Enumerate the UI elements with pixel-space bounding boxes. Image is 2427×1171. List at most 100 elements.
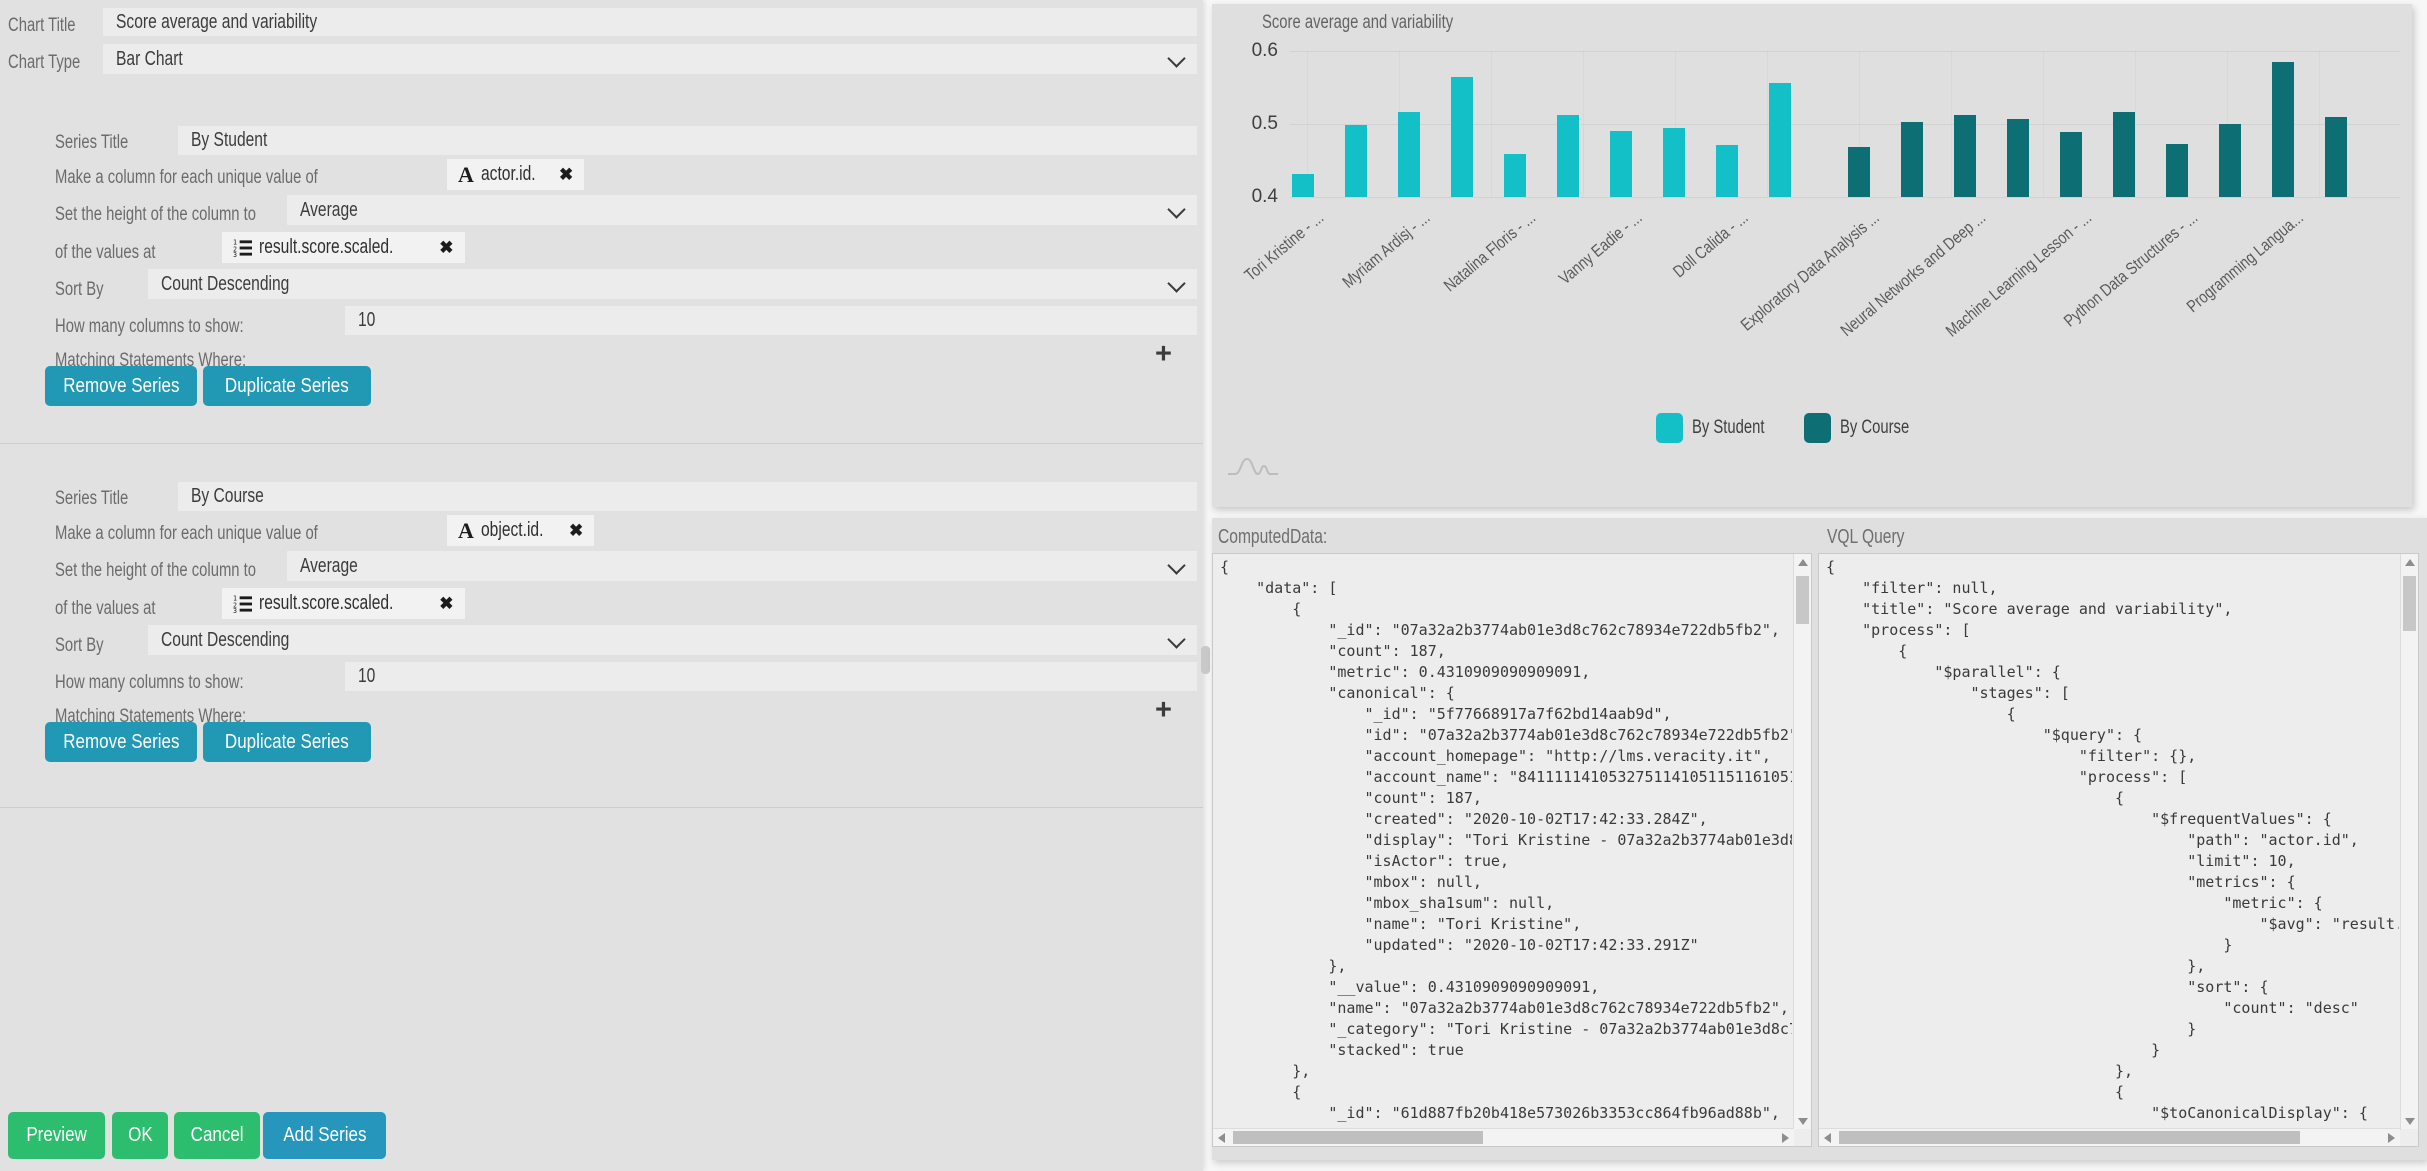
scroll-left-arrow[interactable] — [1218, 1133, 1225, 1143]
bar-by-course — [1954, 115, 1976, 197]
add-filter-icon[interactable]: + — [1155, 696, 1172, 725]
bar-by-student — [1504, 154, 1526, 197]
columns-count-input[interactable]: 10 — [345, 662, 1197, 691]
chart-editor-panel: Chart Title Score average and variabilit… — [0, 0, 1203, 1171]
field-chip-object-id[interactable]: A object.id. ✖ — [447, 515, 594, 546]
scroll-left-arrow[interactable] — [1824, 1133, 1831, 1143]
scroll-up-arrow[interactable] — [1798, 559, 1808, 566]
cancel-button[interactable]: Cancel — [174, 1112, 260, 1159]
remove-chip-icon[interactable]: ✖ — [439, 238, 453, 258]
chart-type-label: Chart Type — [8, 52, 101, 74]
sort-by-label: Sort By — [55, 279, 117, 301]
series-title-label: Series Title — [55, 132, 149, 154]
legend-swatch — [1804, 413, 1831, 443]
bar-by-student — [1398, 112, 1420, 197]
preview-button[interactable]: Preview — [8, 1112, 105, 1159]
chevron-down-icon — [1167, 274, 1185, 292]
legend-item-by-course[interactable]: By Course — [1804, 413, 1929, 443]
bar-by-student — [1663, 128, 1685, 197]
computed-data-title: ComputedData: — [1218, 526, 1358, 549]
field-chip-result-score[interactable]: 1 2 3 result.score.scaled. ✖ — [222, 232, 465, 263]
chart-type-select[interactable]: Bar Chart — [103, 44, 1197, 74]
values-at-label: of the values at — [55, 242, 184, 264]
bar-by-course — [2166, 144, 2188, 197]
scroll-down-arrow[interactable] — [1798, 1118, 1808, 1125]
vql-query-title: VQL Query — [1827, 526, 1926, 549]
scrollbar-corner — [1794, 1129, 1811, 1146]
panel-scrollbar-thumb[interactable] — [1201, 646, 1210, 674]
scrollbar-corner — [2401, 1129, 2418, 1146]
scrollbar-thumb[interactable] — [1839, 1131, 2300, 1144]
vql-query-code-box[interactable]: { "filter": null, "title": "Score averag… — [1818, 553, 2419, 1147]
section-divider — [0, 443, 1203, 444]
unique-value-label: Make a column for each unique value of — [55, 167, 392, 189]
chart-preview-card: Score average and variability 0.40.50.6T… — [1212, 4, 2412, 507]
legend-label: By Course — [1840, 417, 1929, 439]
sort-by-select[interactable]: Count Descending — [148, 269, 1197, 299]
scroll-down-arrow[interactable] — [2405, 1118, 2415, 1125]
aggregation-select[interactable]: Average — [287, 551, 1197, 581]
duplicate-series-button[interactable]: Duplicate Series — [203, 722, 371, 762]
remove-chip-icon[interactable]: ✖ — [569, 521, 583, 541]
x-tick-label: Myriam Ardisj - ... — [1339, 208, 1434, 293]
computed-data-code-box[interactable]: { "data": [ { "_id": "07a32a2b3774ab01e3… — [1212, 553, 1812, 1147]
gridline-horizontal — [1290, 51, 2400, 52]
add-filter-icon[interactable]: + — [1155, 340, 1172, 369]
text-type-icon: A — [458, 162, 474, 188]
remove-chip-icon[interactable]: ✖ — [559, 165, 573, 185]
bar-by-course — [2113, 112, 2135, 197]
series-block-by-student: Series Title By Student Make a column fo… — [0, 116, 1203, 416]
scroll-up-arrow[interactable] — [2405, 559, 2415, 566]
values-at-label: of the values at — [55, 598, 184, 620]
bar-by-course — [2325, 117, 2347, 197]
series-title-label: Series Title — [55, 488, 149, 510]
bar-by-student — [1716, 145, 1738, 197]
vertical-scrollbar[interactable] — [2400, 554, 2418, 1130]
duplicate-series-button[interactable]: Duplicate Series — [203, 366, 371, 406]
scroll-right-arrow[interactable] — [2388, 1133, 2395, 1143]
svg-text:3: 3 — [233, 251, 237, 257]
chevron-down-icon — [1167, 556, 1185, 574]
chevron-down-icon — [1167, 630, 1185, 648]
column-height-label: Set the height of the column to — [55, 560, 313, 582]
x-tick-label: Vanny Eadie - ... — [1555, 208, 1646, 289]
computed-data-code: { "data": [ { "_id": "07a32a2b3774ab01e3… — [1220, 557, 1792, 1127]
scrollbar-thumb[interactable] — [1796, 576, 1809, 624]
remove-series-button[interactable]: Remove Series — [45, 366, 197, 406]
gridline-horizontal — [1290, 197, 2400, 198]
bar-by-student — [1769, 83, 1791, 197]
numbered-list-icon: 1 2 3 — [233, 594, 252, 613]
bar-by-course — [2219, 124, 2241, 197]
horizontal-scrollbar[interactable] — [1213, 1128, 1794, 1146]
scrollbar-thumb[interactable] — [2403, 576, 2416, 631]
text-type-icon: A — [458, 518, 474, 544]
bar-by-course — [1901, 122, 1923, 197]
legend-item-by-student[interactable]: By Student — [1656, 413, 1785, 443]
columns-count-input[interactable]: 10 — [345, 306, 1197, 335]
remove-series-button[interactable]: Remove Series — [45, 722, 197, 762]
series-title-input[interactable]: By Student — [178, 126, 1197, 155]
scroll-right-arrow[interactable] — [1782, 1133, 1789, 1143]
x-tick-label: Programming Langua... — [2183, 208, 2307, 317]
add-series-button[interactable]: Add Series — [263, 1112, 386, 1159]
sort-by-label: Sort By — [55, 635, 117, 657]
vertical-scrollbar[interactable] — [1793, 554, 1811, 1130]
field-chip-actor-id[interactable]: A actor.id. ✖ — [447, 159, 584, 190]
remove-chip-icon[interactable]: ✖ — [439, 594, 453, 614]
column-height-label: Set the height of the column to — [55, 204, 313, 226]
scrollbar-thumb[interactable] — [1233, 1131, 1483, 1144]
x-tick-label: Doll Calida - ... — [1669, 208, 1752, 282]
field-chip-result-score[interactable]: 1 2 3 result.score.scaled. ✖ — [222, 588, 465, 619]
aggregation-select[interactable]: Average — [287, 195, 1197, 225]
ok-button[interactable]: OK — [112, 1112, 168, 1159]
debug-panels: ComputedData: VQL Query { "data": [ { "_… — [1212, 518, 2427, 1160]
horizontal-scrollbar[interactable] — [1819, 1128, 2400, 1146]
bar-by-student — [1610, 131, 1632, 197]
sort-by-select[interactable]: Count Descending — [148, 625, 1197, 655]
chart-title-input[interactable]: Score average and variability — [103, 8, 1197, 36]
y-tick-label: 0.6 — [1230, 40, 1278, 62]
bar-by-course — [2060, 132, 2082, 197]
svg-text:3: 3 — [233, 607, 237, 613]
series-title-input[interactable]: By Course — [178, 482, 1197, 511]
columns-count-label: How many columns to show: — [55, 316, 297, 338]
